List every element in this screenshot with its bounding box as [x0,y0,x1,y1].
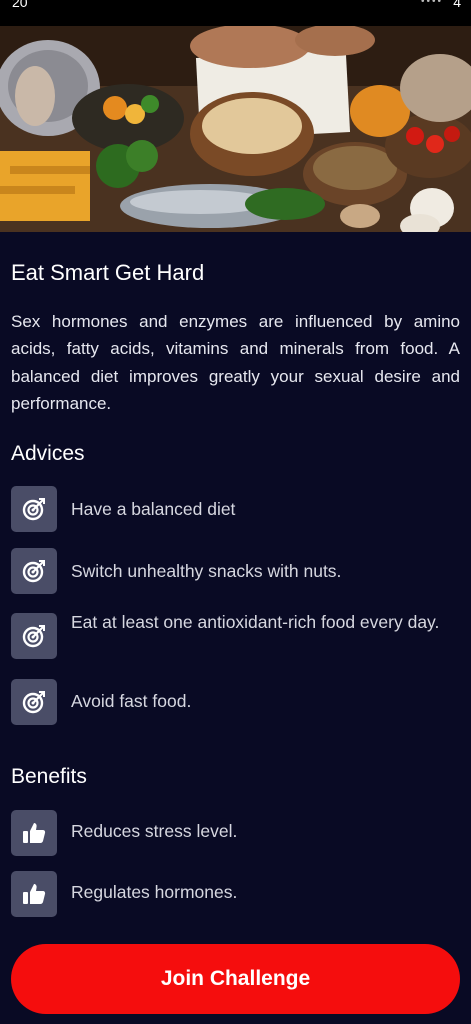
food-illustration [0,26,471,232]
status-bar: 20 •••• 4 [0,0,471,26]
target-icon [11,486,57,532]
hero-image [0,26,471,232]
advice-text: Have a balanced diet [71,499,236,519]
advices-heading: Advices [11,442,85,465]
join-challenge-button[interactable]: Join Challenge [11,944,460,1014]
target-icon [11,548,57,594]
status-time: 20 [12,0,28,10]
advice-text: Switch unhealthy snacks with nuts. [71,561,342,581]
status-indicator: 4 [453,0,461,10]
page-title: Eat Smart Get Hard [11,260,205,285]
target-icon [11,679,57,725]
benefits-heading: Benefits [11,765,87,788]
advice-text: Avoid fast food. [71,691,192,711]
benefit-text: Regulates hormones. [71,882,238,902]
thumbs-up-icon [11,810,57,856]
benefit-text: Reduces stress level. [71,821,238,841]
intro-text: Sex hormones and enzymes are influenced … [11,312,460,413]
advice-text: Eat at least one antioxidant-rich food e… [71,612,440,632]
thumbs-up-icon [11,871,57,917]
target-icon [11,613,57,659]
signal-icon: •••• [420,0,443,7]
